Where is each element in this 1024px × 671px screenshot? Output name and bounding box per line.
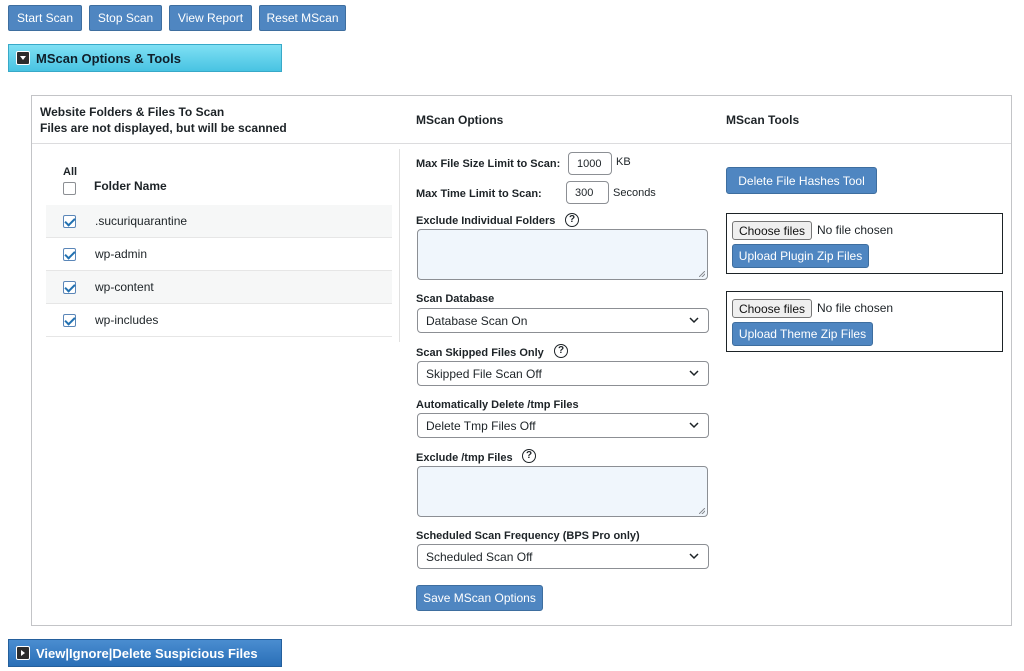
scan-skipped-label: Scan Skipped Files Only [416, 347, 544, 359]
upload-theme-button[interactable]: Upload Theme Zip Files [732, 322, 873, 346]
folder-name: wp-admin [95, 247, 148, 261]
reset-mscan-button[interactable]: Reset MScan [259, 5, 346, 31]
exclude-folders-textarea[interactable] [417, 229, 708, 280]
suspicious-files-accordion[interactable]: View|Ignore|Delete Suspicious Files [8, 639, 282, 667]
tools-heading: MScan Tools [726, 113, 800, 127]
help-icon[interactable]: ? [554, 344, 568, 358]
folder-name: wp-content [95, 280, 154, 294]
table-row: wp-content [46, 271, 392, 304]
start-scan-button[interactable]: Start Scan [8, 5, 82, 31]
choose-files-button[interactable]: Choose files [732, 221, 812, 240]
folders-subheading: Files are not displayed, but will be sca… [40, 121, 287, 135]
mscan-options-accordion[interactable]: MScan Options & Tools [8, 44, 282, 72]
max-time-unit: Seconds [613, 187, 656, 199]
folders-heading: Website Folders & Files To Scan [40, 105, 225, 119]
max-time-input[interactable]: 300 [566, 181, 609, 204]
table-row: wp-admin [46, 238, 392, 271]
auto-delete-tmp-select[interactable]: Delete Tmp Files Off [417, 413, 709, 438]
save-mscan-options-button[interactable]: Save MScan Options [416, 585, 543, 611]
chevron-down-icon [689, 422, 699, 429]
expand-icon [16, 646, 30, 660]
folder-name: .sucuriquarantine [95, 214, 188, 228]
auto-delete-tmp-label: Automatically Delete /tmp Files [416, 399, 579, 411]
chevron-down-icon [689, 370, 699, 377]
folder-checkbox[interactable] [63, 215, 76, 228]
mscan-options-panel: Website Folders & Files To Scan Files ar… [31, 95, 1012, 626]
plugin-upload-box: Choose files No file chosen Upload Plugi… [726, 213, 1003, 274]
max-time-label: Max Time Limit to Scan: [416, 188, 542, 200]
options-heading: MScan Options [416, 113, 504, 127]
folder-name: wp-includes [95, 313, 159, 327]
scan-database-label: Scan Database [416, 293, 495, 305]
delete-file-hashes-button[interactable]: Delete File Hashes Tool [726, 167, 877, 194]
help-icon[interactable]: ? [522, 449, 536, 463]
max-file-size-input[interactable]: 1000 [568, 152, 612, 175]
exclude-tmp-label: Exclude /tmp Files [416, 452, 513, 464]
folder-checkbox[interactable] [63, 281, 76, 294]
folder-checkbox[interactable] [63, 248, 76, 261]
scan-skipped-value: Skipped File Scan Off [426, 366, 542, 381]
scan-database-select[interactable]: Database Scan On [417, 308, 709, 333]
no-file-chosen-text: No file chosen [817, 223, 894, 237]
table-row: .sucuriquarantine [46, 205, 392, 238]
folder-name-header: Folder Name [94, 179, 167, 193]
scan-skipped-select[interactable]: Skipped File Scan Off [417, 361, 709, 386]
all-label: All [63, 166, 78, 178]
schedule-value: Scheduled Scan Off [426, 549, 533, 564]
collapse-icon [16, 51, 30, 65]
schedule-select[interactable]: Scheduled Scan Off [417, 544, 709, 569]
view-report-button[interactable]: View Report [169, 5, 252, 31]
exclude-folders-label: Exclude Individual Folders [416, 215, 556, 227]
upload-plugin-button[interactable]: Upload Plugin Zip Files [732, 244, 869, 268]
chevron-down-icon [689, 317, 699, 324]
max-file-size-label: Max File Size Limit to Scan: [416, 158, 561, 170]
help-icon[interactable]: ? [565, 213, 579, 227]
select-all-checkbox[interactable] [63, 182, 76, 195]
accordion-title: View|Ignore|Delete Suspicious Files [36, 645, 258, 661]
header-divider [32, 143, 1011, 144]
auto-delete-tmp-value: Delete Tmp Files Off [426, 418, 536, 433]
theme-upload-box: Choose files No file chosen Upload Theme… [726, 291, 1003, 352]
choose-files-button[interactable]: Choose files [732, 299, 812, 318]
stop-scan-button[interactable]: Stop Scan [89, 5, 162, 31]
column-divider [399, 149, 400, 342]
table-row: wp-includes [46, 304, 392, 337]
schedule-label: Scheduled Scan Frequency (BPS Pro only) [416, 530, 640, 542]
exclude-tmp-textarea[interactable] [417, 466, 708, 517]
accordion-title: MScan Options & Tools [36, 50, 181, 66]
scan-database-value: Database Scan On [426, 313, 528, 328]
no-file-chosen-text: No file chosen [817, 301, 894, 315]
folder-checkbox[interactable] [63, 314, 76, 327]
chevron-down-icon [689, 553, 699, 560]
max-file-size-unit: KB [616, 156, 631, 168]
